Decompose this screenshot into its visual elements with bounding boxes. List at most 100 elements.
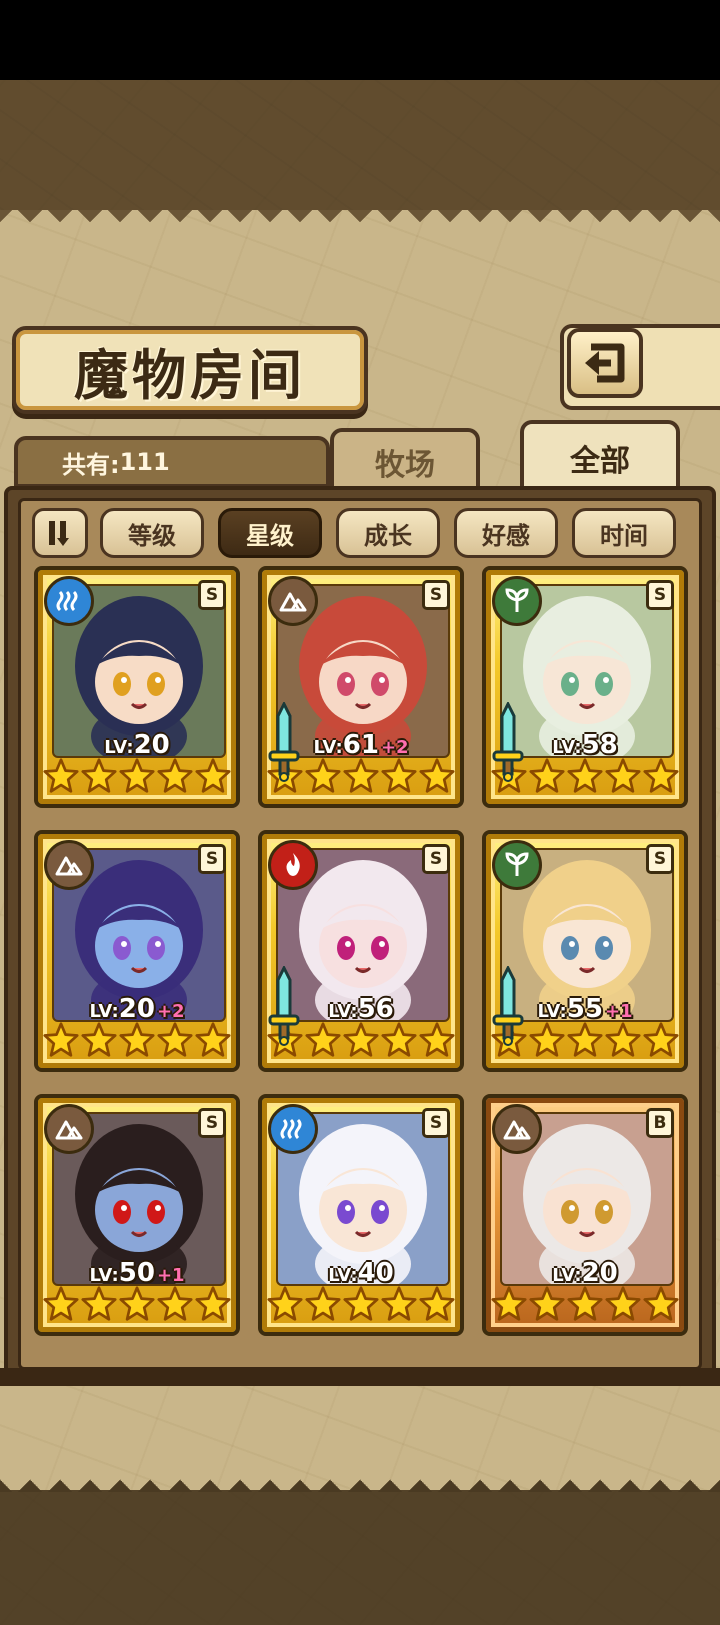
level-value: 56	[357, 994, 394, 1024]
star-icon	[605, 758, 641, 793]
filter-affection[interactable]: 好感	[454, 508, 558, 558]
monster-card[interactable]: S LV:55 +1	[482, 830, 688, 1072]
monster-level: LV:20 +2	[38, 994, 236, 1024]
rank-badge: S	[422, 580, 450, 610]
star-icon	[43, 758, 79, 793]
earth-element-icon	[44, 840, 94, 890]
monster-level: LV:50 +1	[38, 1258, 236, 1288]
star-icon	[419, 1022, 455, 1057]
return-arrow-icon	[585, 343, 625, 383]
rank-badge: S	[646, 844, 674, 874]
monster-card[interactable]: S LV:40	[258, 1094, 464, 1336]
rank-badge: S	[422, 844, 450, 874]
star-icon	[343, 758, 379, 793]
rank-badge: S	[198, 580, 226, 610]
plant-element-icon	[492, 576, 542, 626]
star-icon	[381, 1022, 417, 1057]
star-icon	[157, 758, 193, 793]
star-icon	[195, 1286, 231, 1321]
star-rating	[38, 1022, 236, 1058]
star-rating	[38, 1286, 236, 1322]
map-band-top	[0, 80, 720, 210]
panel-edge-top	[0, 210, 720, 230]
star-rating	[486, 1286, 684, 1322]
level-bonus: +1	[604, 1001, 633, 1022]
monster-count-bar: 共有: 111	[14, 436, 330, 488]
star-icon	[43, 1022, 79, 1057]
level-value: 20	[118, 994, 155, 1024]
earth-element-icon	[492, 1104, 542, 1154]
level-prefix: LV:	[537, 1001, 567, 1022]
level-bonus: +2	[380, 737, 409, 758]
star-icon	[157, 1286, 193, 1321]
level-prefix: LV:	[104, 737, 134, 758]
level-value: 58	[581, 730, 618, 760]
monster-card[interactable]: S LV:50 +1	[34, 1094, 240, 1336]
star-icon	[81, 1286, 117, 1321]
sword-icon	[490, 964, 526, 1046]
tab-all[interactable]: 全部	[520, 420, 680, 492]
level-bonus: +2	[156, 1001, 185, 1022]
monster-card[interactable]: S LV:58	[482, 566, 688, 808]
star-icon	[419, 758, 455, 793]
star-icon	[529, 1022, 565, 1057]
level-value: 55	[566, 994, 603, 1024]
count-label: 共有:	[62, 450, 120, 479]
star-icon	[81, 1022, 117, 1057]
level-value: 20	[133, 730, 170, 760]
level-prefix: LV:	[328, 1265, 358, 1286]
level-prefix: LV:	[552, 1265, 582, 1286]
star-icon	[605, 1286, 641, 1321]
filter-growth[interactable]: 成长	[336, 508, 440, 558]
level-value: 50	[118, 1258, 155, 1288]
page-title: 魔物房间	[74, 342, 306, 407]
level-prefix: LV:	[89, 1001, 119, 1022]
star-icon	[305, 1286, 341, 1321]
star-icon	[305, 1022, 341, 1057]
sword-icon	[490, 700, 526, 782]
star-icon	[157, 1022, 193, 1057]
monster-card[interactable]: S LV:56	[258, 830, 464, 1072]
level-value: 20	[581, 1258, 618, 1288]
fire-element-icon	[268, 840, 318, 890]
level-prefix: LV:	[552, 737, 582, 758]
level-value: 61	[342, 730, 379, 760]
tab-ranch[interactable]: 牧场	[330, 428, 480, 492]
star-icon	[119, 758, 155, 793]
star-icon	[567, 758, 603, 793]
map-band-bottom	[0, 1490, 720, 1625]
rank-badge: S	[646, 580, 674, 610]
star-rating	[262, 1286, 460, 1322]
monster-card[interactable]: S LV:20 +2	[34, 830, 240, 1072]
star-icon	[119, 1022, 155, 1057]
star-icon	[195, 758, 231, 793]
level-prefix: LV:	[313, 737, 343, 758]
monster-card[interactable]: S LV:61 +2	[258, 566, 464, 808]
star-icon	[305, 758, 341, 793]
star-icon	[529, 758, 565, 793]
monster-level: LV:20	[38, 730, 236, 760]
level-prefix: LV:	[328, 1001, 358, 1022]
star-rating	[38, 758, 236, 794]
star-icon	[343, 1022, 379, 1057]
filter-level[interactable]: 等级	[100, 508, 204, 558]
plant-element-icon	[492, 840, 542, 890]
star-icon	[643, 1286, 679, 1321]
sort-order-button[interactable]	[32, 508, 88, 558]
filter-stars[interactable]: 星级	[218, 508, 322, 558]
star-icon	[195, 1022, 231, 1057]
filter-time[interactable]: 时间	[572, 508, 676, 558]
sword-icon	[266, 700, 302, 782]
star-icon	[381, 1286, 417, 1321]
monster-card[interactable]: S LV:20	[34, 566, 240, 808]
rank-badge: S	[198, 1108, 226, 1138]
star-icon	[643, 758, 679, 793]
star-icon	[567, 1286, 603, 1321]
star-icon	[419, 1286, 455, 1321]
rank-badge: B	[646, 1108, 674, 1138]
back-button[interactable]	[567, 328, 643, 398]
earth-element-icon	[44, 1104, 94, 1154]
rank-badge: S	[198, 844, 226, 874]
monster-card[interactable]: B LV:20	[482, 1094, 688, 1336]
star-icon	[43, 1286, 79, 1321]
